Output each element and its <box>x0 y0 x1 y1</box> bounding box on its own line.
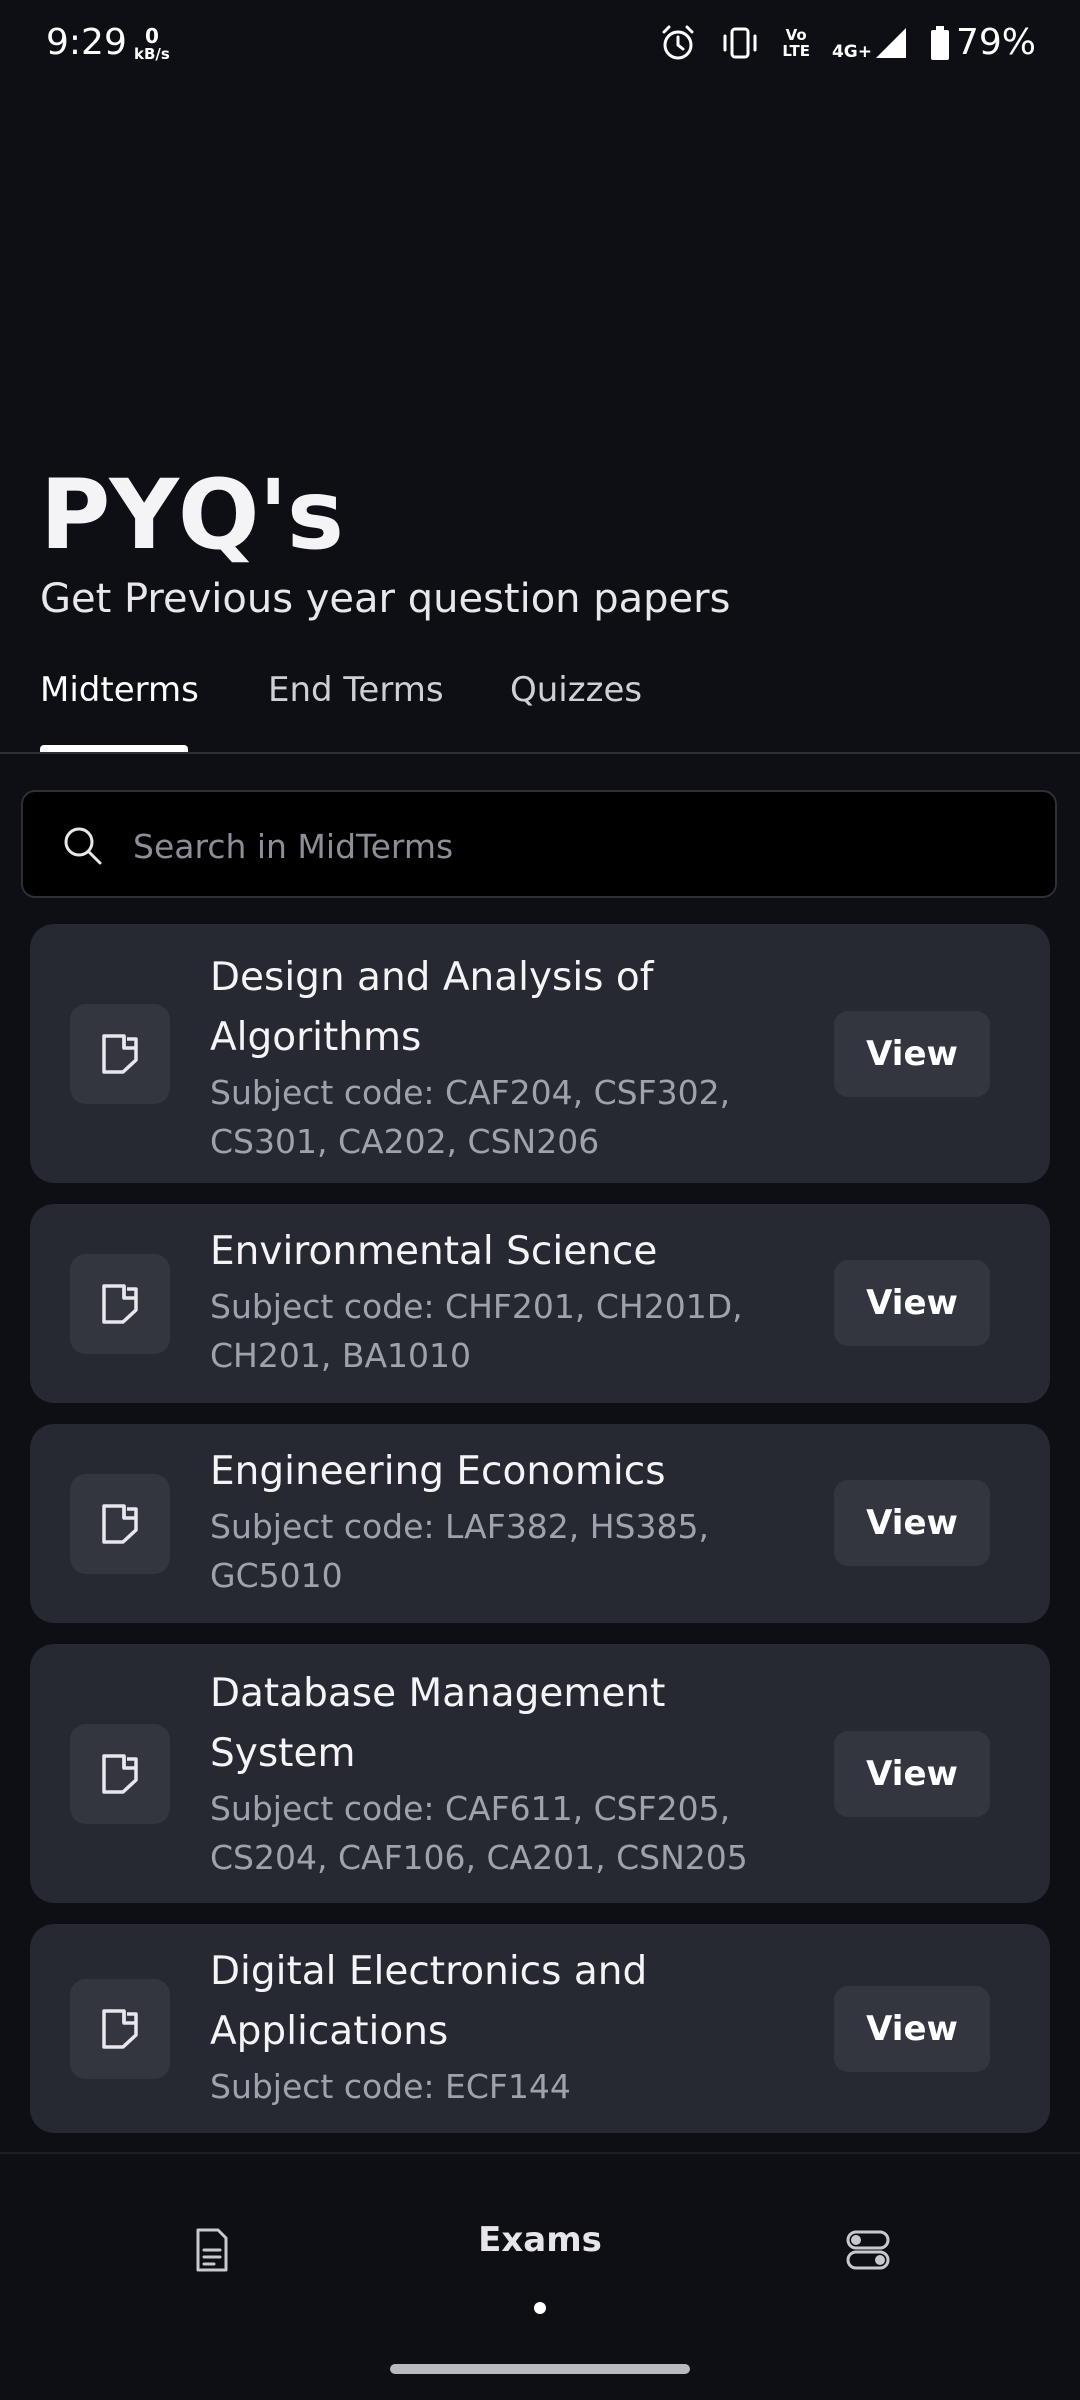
alarm-icon <box>662 25 694 59</box>
toggles-icon[interactable] <box>842 2224 894 2276</box>
tab-midterms-label: Midterms <box>40 670 199 710</box>
subject-code: Subject code: ECF144 <box>210 2067 571 2106</box>
view-button[interactable]: View <box>834 1011 990 1097</box>
bookmark-flag-icon <box>102 1754 138 1794</box>
gesture-navigation-bar[interactable] <box>390 2364 690 2374</box>
volte-indicator: Vo LTE <box>782 27 810 59</box>
document-icon[interactable] <box>186 2224 238 2276</box>
nav-exams[interactable]: Exams <box>440 2220 640 2260</box>
subject-info: Engineering Economics Subject code: LAF3… <box>210 1442 850 1600</box>
status-bar: 9:29 0 kB/s Vo LTE 4G+ 79% <box>0 0 1080 96</box>
status-icons: Vo LTE 4G+ 79% <box>658 22 1036 63</box>
status-time: 9:29 <box>46 22 127 63</box>
battery-percent: 79% <box>955 22 1036 63</box>
subject-title: Engineering Economics <box>210 1449 666 1494</box>
subject-title: Database Management <box>210 1671 666 1716</box>
subject-info: Design and Analysis of Algorithms Subjec… <box>210 948 850 1166</box>
subject-code-line2: CS204, CAF106, CA201, CSN205 <box>210 1838 748 1877</box>
tab-quizzes-label: Quizzes <box>510 670 643 710</box>
tab-bar: Midterms End Terms Quizzes <box>0 660 1080 754</box>
subject-info: Database Management System Subject code:… <box>210 1664 850 1882</box>
tab-quizzes[interactable]: Quizzes <box>510 660 642 752</box>
battery-indicator: 79% <box>930 22 1036 63</box>
bookmark-flag-icon <box>102 1504 138 1544</box>
tab-end-terms-label: End Terms <box>268 670 444 710</box>
subject-icon-box <box>70 1979 170 2079</box>
signal-icon <box>875 27 906 58</box>
view-button[interactable]: View <box>834 1986 990 2072</box>
subject-title-line2: Algorithms <box>210 1015 422 1060</box>
subject-code: Subject code: CAF204, CSF302, <box>210 1073 731 1112</box>
search-bar[interactable] <box>21 790 1057 898</box>
bookmark-flag-icon <box>102 2009 138 2049</box>
page-subtitle: Get Previous year question papers <box>40 576 731 622</box>
subject-title: Design and Analysis of <box>210 955 654 1000</box>
subject-icon-box <box>70 1474 170 1574</box>
subject-title: Digital Electronics and <box>210 1949 648 1994</box>
page-title: PYQ's <box>40 459 344 571</box>
subject-info: Digital Electronics and Applications Sub… <box>210 1942 850 2111</box>
view-button[interactable]: View <box>834 1260 990 1346</box>
network-type: 4G+ <box>831 41 872 62</box>
active-indicator-dot <box>534 2302 546 2314</box>
subject-code-line2: CH201, BA1010 <box>210 1336 472 1375</box>
subject-title-line2: Applications <box>210 2009 449 2054</box>
network-speed: 0 kB/s <box>134 26 170 62</box>
subject-title-line2: System <box>210 1731 356 1776</box>
search-input[interactable] <box>131 816 1015 876</box>
network-speed-unit: kB/s <box>134 45 170 63</box>
signal-group: 4G+ <box>832 26 908 60</box>
subject-card[interactable]: Engineering Economics Subject code: LAF3… <box>30 1424 1050 1623</box>
subject-code: Subject code: CHF201, CH201D, <box>210 1287 743 1326</box>
subject-icon-box <box>70 1004 170 1104</box>
network-speed-value: 0 <box>144 24 159 48</box>
vibrate-icon <box>723 27 757 58</box>
subject-card[interactable]: Design and Analysis of Algorithms Subjec… <box>30 924 1050 1183</box>
bookmark-flag-icon <box>102 1284 138 1324</box>
bookmark-flag-icon <box>102 1034 138 1074</box>
battery-icon <box>930 25 949 60</box>
subject-info: Environmental Science Subject code: CHF2… <box>210 1222 850 1380</box>
view-button[interactable]: View <box>834 1731 990 1817</box>
subject-code-line2: GC5010 <box>210 1556 343 1595</box>
subject-card[interactable]: Digital Electronics and Applications Sub… <box>30 1924 1050 2133</box>
search-icon <box>64 827 102 865</box>
subject-code: Subject code: CAF611, CSF205, <box>210 1789 731 1828</box>
subject-title: Environmental Science <box>210 1229 658 1274</box>
subject-card[interactable]: Database Management System Subject code:… <box>30 1644 1050 1903</box>
subject-code-line2: CS301, CA202, CSN206 <box>210 1122 600 1161</box>
subject-icon-box <box>70 1254 170 1354</box>
subject-icon-box <box>70 1724 170 1824</box>
tab-midterms[interactable]: Midterms <box>40 660 199 752</box>
view-button[interactable]: View <box>834 1480 990 1566</box>
tab-end-terms[interactable]: End Terms <box>268 660 444 752</box>
subject-card[interactable]: Environmental Science Subject code: CHF2… <box>30 1204 1050 1403</box>
volte-line2: LTE <box>782 41 810 60</box>
volte-line1: Vo <box>785 25 807 44</box>
subject-code: Subject code: LAF382, HS385, <box>210 1507 709 1546</box>
